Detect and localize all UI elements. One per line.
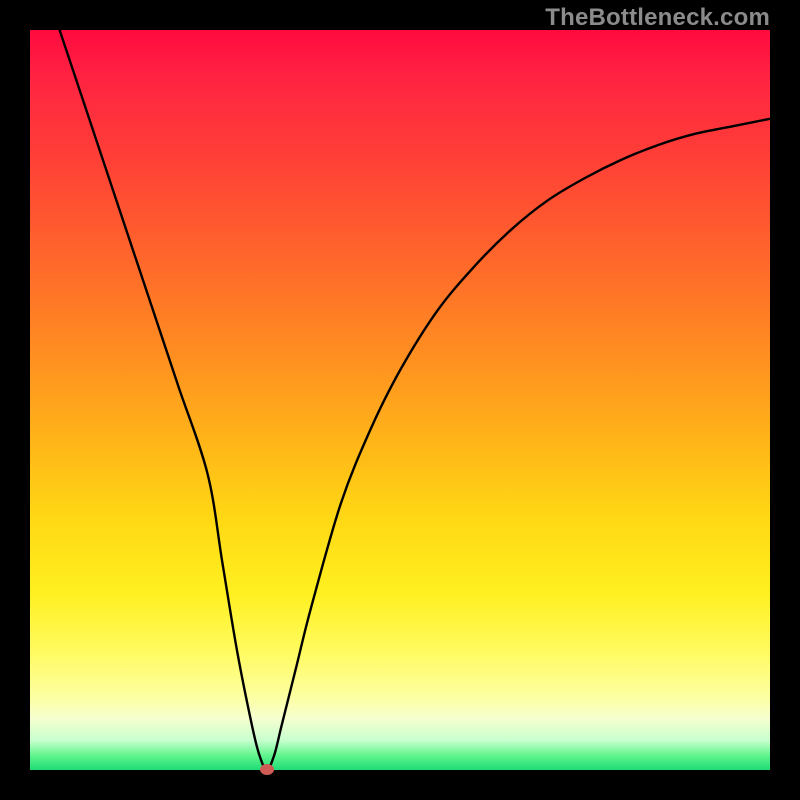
watermark-text: TheBottleneck.com	[545, 4, 770, 32]
optimum-marker	[260, 764, 274, 775]
chart-frame: TheBottleneck.com	[0, 0, 800, 800]
bottleneck-curve	[30, 30, 770, 770]
curve-path	[60, 30, 770, 770]
plot-area	[30, 30, 770, 770]
